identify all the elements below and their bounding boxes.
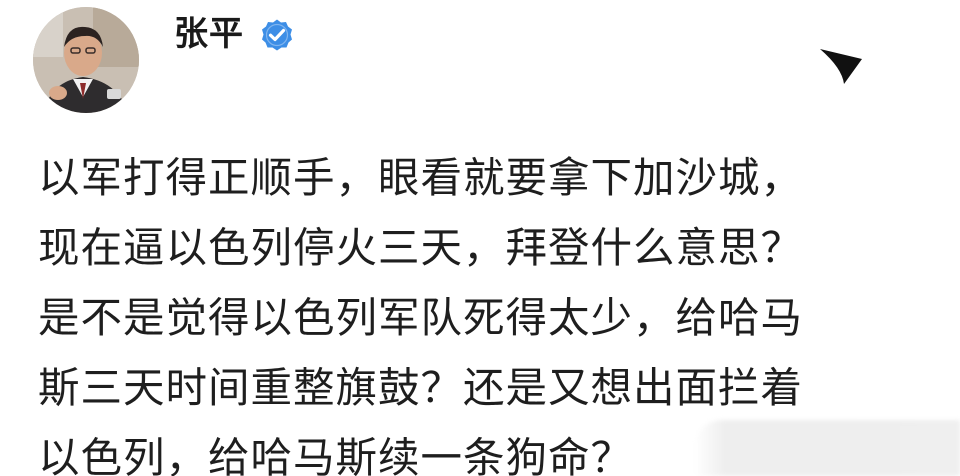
post-line: 是不是觉得以色列军队死得太少，给哈马 (38, 293, 804, 342)
avatar[interactable] (33, 7, 139, 113)
verified-badge-icon (262, 19, 292, 51)
post-line: 现在逼以色列停火三天，拜登什么意思？ (38, 223, 804, 272)
post-line: 以军打得正顺手，眼看就要拿下加沙城， (38, 153, 804, 202)
post-line: 斯三天时间重整旗鼓？还是又想出面拦着 (38, 363, 804, 412)
more-chevron-icon[interactable] (818, 46, 864, 86)
blurred-overlay (694, 420, 960, 476)
avatar-photo (33, 7, 139, 113)
author-name[interactable]: 张平 (174, 14, 244, 54)
weibo-post-card: 张平 以军打得正顺手，眼看就要拿下加沙城， 现在逼以色列停火三天，拜登什么意思？… (0, 0, 960, 476)
